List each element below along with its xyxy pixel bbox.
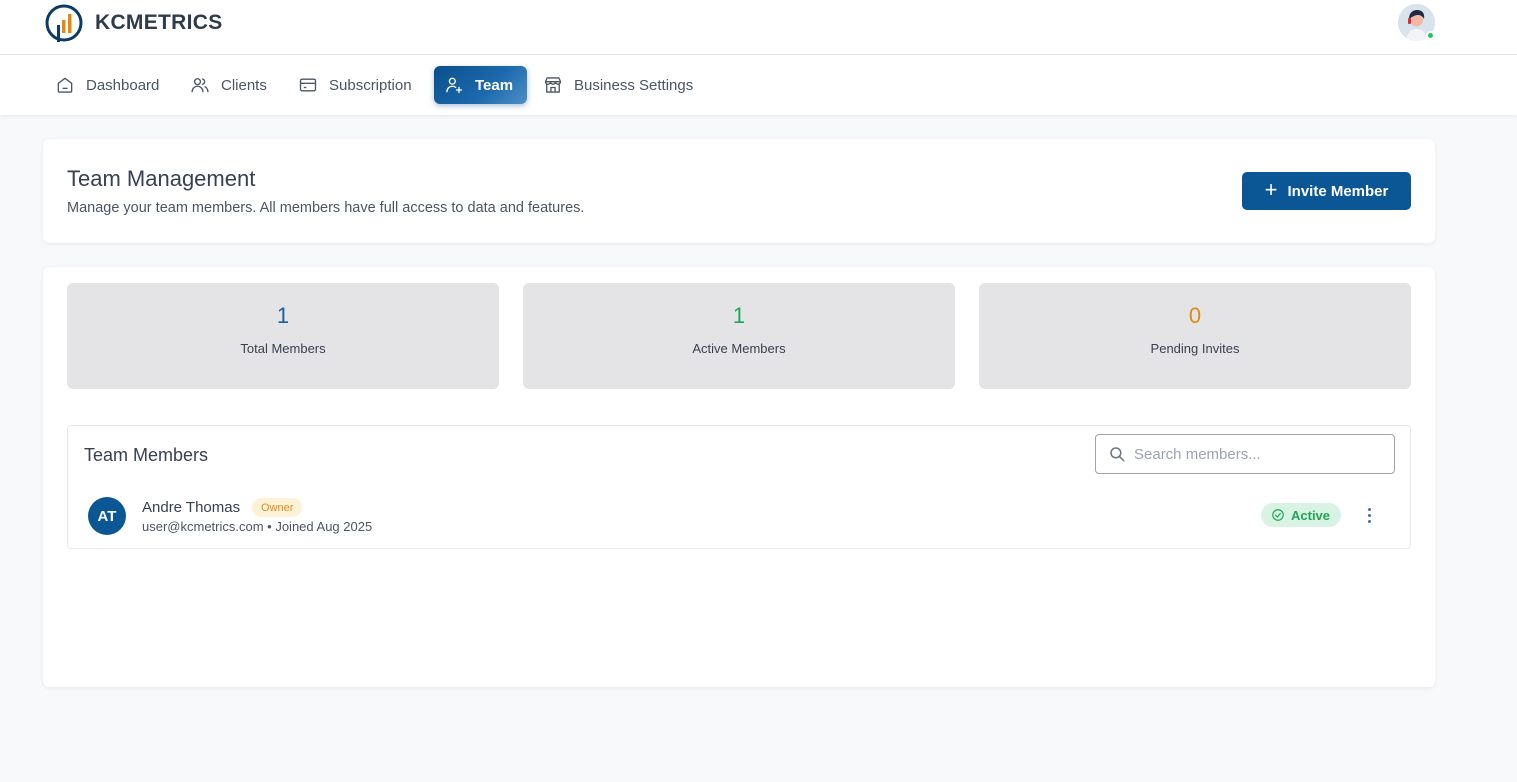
member-actions-menu[interactable] bbox=[1360, 504, 1378, 526]
nav-item-business-settings[interactable]: Business Settings bbox=[533, 66, 703, 104]
page-title: Team Management bbox=[67, 166, 256, 191]
invite-member-button[interactable]: + Invite Member bbox=[1242, 172, 1411, 210]
nav-label: Business Settings bbox=[574, 76, 694, 94]
top-bar: KCMETRICS bbox=[0, 0, 1517, 55]
stat-pending-invites: 0 Pending Invites bbox=[979, 283, 1411, 389]
nav-item-subscription[interactable]: Subscription bbox=[288, 66, 422, 104]
nav-item-clients[interactable]: Clients bbox=[180, 66, 277, 104]
status-badge: Active bbox=[1261, 503, 1342, 527]
logo-icon bbox=[45, 4, 83, 42]
stat-label: Pending Invites bbox=[1150, 341, 1240, 356]
stat-value: 1 bbox=[732, 303, 746, 328]
nav-label: Clients bbox=[221, 76, 267, 94]
nav-label: Team bbox=[475, 76, 514, 94]
stat-value: 0 bbox=[1188, 303, 1202, 328]
invite-member-label: Invite Member bbox=[1287, 182, 1389, 200]
stat-value: 1 bbox=[276, 303, 290, 328]
status-label: Active bbox=[1291, 507, 1331, 523]
plus-icon: + bbox=[1264, 176, 1278, 202]
stat-active-members: 1 Active Members bbox=[523, 283, 955, 389]
search-members-input[interactable] bbox=[1134, 445, 1374, 463]
stat-label: Active Members bbox=[692, 341, 786, 356]
team-main-card: 1 Total Members 1 Active Members 0 Pendi… bbox=[43, 267, 1435, 687]
check-circle-icon bbox=[1272, 509, 1284, 521]
stat-label: Total Members bbox=[240, 341, 326, 356]
member-meta: user@kcmetrics.com • Joined Aug 2025 bbox=[142, 519, 373, 534]
search-members-box[interactable] bbox=[1095, 434, 1395, 474]
user-plus-icon bbox=[446, 77, 463, 94]
user-avatar[interactable] bbox=[1398, 4, 1435, 41]
search-icon bbox=[1110, 447, 1125, 462]
nav-item-team[interactable]: Team bbox=[434, 66, 527, 104]
home-icon bbox=[57, 77, 73, 93]
online-indicator bbox=[1426, 31, 1435, 40]
team-header-card: Team Management Manage your team members… bbox=[43, 139, 1435, 243]
more-vertical-icon bbox=[1367, 507, 1371, 511]
page-subtitle: Manage your team members. All members ha… bbox=[67, 200, 585, 216]
team-members-title: Team Members bbox=[84, 445, 209, 465]
nav-label: Subscription bbox=[329, 76, 412, 94]
store-icon bbox=[544, 77, 562, 93]
main-nav: Dashboard Clients Subscription Team Busi… bbox=[0, 55, 1517, 115]
team-members-panel: Team Members AT Andre Thomas Owner user@… bbox=[67, 425, 1411, 549]
nav-item-dashboard[interactable]: Dashboard bbox=[45, 66, 169, 104]
role-badge: Owner bbox=[252, 498, 303, 517]
nav-label: Dashboard bbox=[86, 76, 160, 94]
credit-card-icon bbox=[299, 78, 317, 92]
app-name: KCMETRICS bbox=[95, 11, 223, 34]
stat-total-members: 1 Total Members bbox=[67, 283, 499, 389]
users-icon bbox=[191, 78, 209, 93]
member-name: Andre Thomas bbox=[142, 499, 241, 516]
member-avatar: AT bbox=[88, 497, 126, 535]
app-logo[interactable]: KCMETRICS bbox=[44, 3, 223, 43]
